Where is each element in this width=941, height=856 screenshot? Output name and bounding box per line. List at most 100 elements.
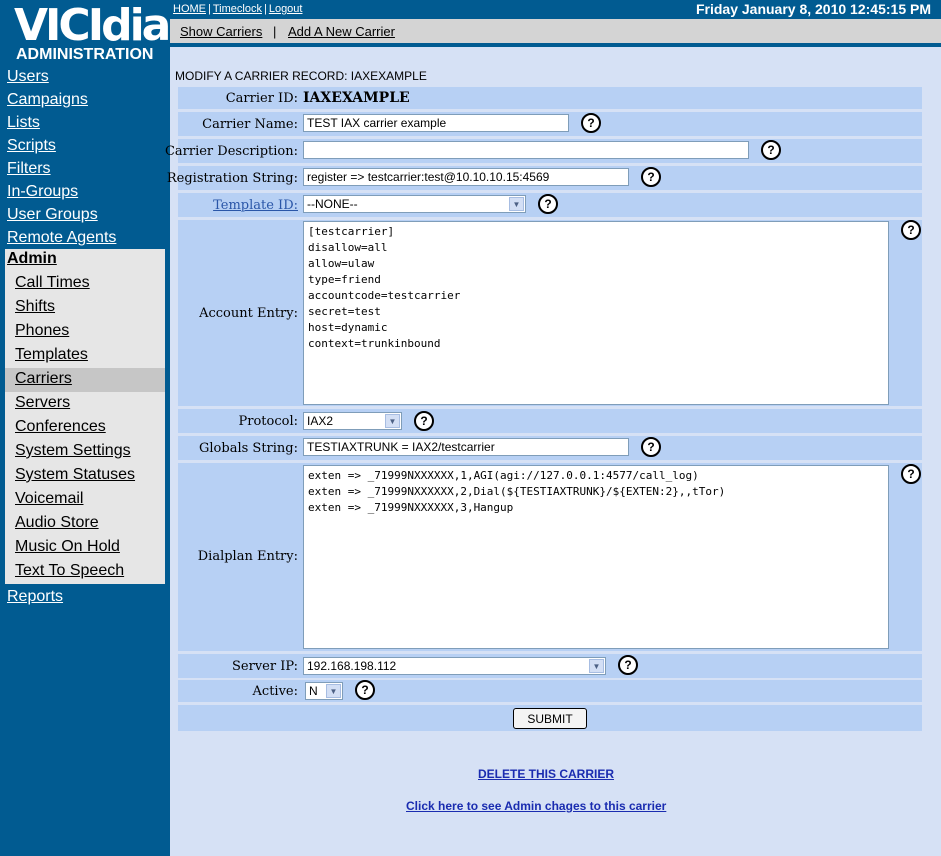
nav-label: Audio Store	[15, 514, 99, 531]
nav-label: Servers	[15, 394, 71, 411]
nav-phones[interactable]: Phones	[5, 320, 165, 344]
nav-users[interactable]: Users	[7, 67, 49, 87]
sidebar: VICIdial ADMINISTRATION Users Campaigns …	[0, 0, 183, 856]
admin-submenu: Admin Call Times Shifts Phones Templates…	[5, 249, 165, 584]
nav-user-groups[interactable]: User Groups	[7, 205, 98, 225]
help-icon[interactable]: ?	[581, 113, 601, 133]
globals-string-label: Globals String:	[199, 441, 298, 456]
nav-call-times[interactable]: Call Times	[5, 272, 165, 296]
help-icon[interactable]: ?	[901, 464, 921, 484]
help-icon[interactable]: ?	[641, 167, 661, 187]
nav-music-on-hold[interactable]: Music On Hold	[5, 536, 165, 560]
admin-changes-link[interactable]: Click here to see Admin chages to this c…	[406, 799, 666, 813]
add-carrier-link[interactable]: Add A New Carrier	[288, 24, 395, 39]
nav-label: Text To Speech	[15, 562, 125, 579]
chevron-down-icon: ▼	[509, 197, 524, 211]
server-ip-label: Server IP:	[232, 659, 298, 674]
nav-label: Call Times	[15, 274, 90, 291]
help-icon[interactable]: ?	[901, 220, 921, 240]
row-account-entry: Account Entry: [testcarrier] disallow=al…	[178, 220, 922, 406]
nav-shifts[interactable]: Shifts	[5, 296, 165, 320]
row-active: Active: N ▼ ?	[178, 680, 922, 702]
chevron-down-icon: ▼	[326, 684, 341, 698]
logo-brand: VICIdial	[14, 0, 183, 51]
dialplan-entry-textarea[interactable]: exten => _71999NXXXXXX,1,AGI(agi://127.0…	[303, 465, 889, 649]
help-icon[interactable]: ?	[355, 680, 375, 700]
nav-filters[interactable]: Filters	[7, 159, 51, 179]
row-server-ip: Server IP: 192.168.198.112 ▼ ?	[178, 654, 922, 678]
chevron-down-icon: ▼	[385, 414, 400, 428]
help-icon[interactable]: ?	[618, 655, 638, 675]
sub-nav-bar: Show Carriers | Add A New Carrier	[170, 19, 941, 47]
nav-label: Music On Hold	[15, 538, 120, 555]
template-id-select[interactable]: --NONE-- ▼	[303, 195, 526, 213]
carrier-name-label: Carrier Name:	[202, 117, 298, 132]
dialplan-entry-label: Dialplan Entry:	[197, 549, 298, 564]
top-bar: HOME | Timeclock | Logout Friday January 8, …	[170, 0, 941, 19]
row-carrier-id: Carrier ID: IAXEXAMPLE	[178, 87, 922, 109]
logo-subtitle: ADMINISTRATION	[16, 46, 154, 63]
help-icon[interactable]: ?	[761, 140, 781, 160]
carrier-id-value: IAXEXAMPLE	[303, 90, 410, 106]
row-carrier-description: Carrier Description: ?	[165, 139, 922, 163]
nav-servers[interactable]: Servers	[5, 392, 165, 416]
carrier-description-input[interactable]	[303, 141, 749, 159]
nav-system-statuses[interactable]: System Statuses	[5, 464, 165, 488]
carrier-description-label: Carrier Description:	[164, 144, 298, 159]
carrier-id-label: Carrier ID:	[225, 91, 298, 106]
logout-link[interactable]: Logout	[269, 3, 303, 15]
chevron-down-icon: ▼	[589, 659, 604, 673]
nav-conferences[interactable]: Conferences	[5, 416, 165, 440]
nav-audio-store[interactable]: Audio Store	[5, 512, 165, 536]
nav-carriers[interactable]: Carriers	[5, 368, 165, 392]
nav-label: System Settings	[15, 442, 131, 459]
row-template-id: Template ID: --NONE-- ▼ ?	[178, 193, 922, 217]
row-carrier-name: Carrier Name: ?	[178, 112, 922, 136]
server-ip-select[interactable]: 192.168.198.112 ▼	[303, 657, 606, 675]
row-dialplan-entry: Dialplan Entry: exten => _71999NXXXXXX,1…	[178, 463, 922, 651]
nav-label: Carriers	[15, 370, 72, 387]
submit-button[interactable]: SUBMIT	[513, 708, 587, 729]
protocol-select[interactable]: IAX2 ▼	[303, 412, 402, 430]
protocol-value: IAX2	[307, 414, 334, 428]
page-title: MODIFY A CARRIER RECORD: IAXEXAMPLE	[175, 69, 427, 83]
row-protocol: Protocol: IAX2 ▼ ?	[178, 409, 922, 433]
help-icon[interactable]: ?	[641, 437, 661, 457]
help-icon[interactable]: ?	[538, 194, 558, 214]
nav-remote-agents[interactable]: Remote Agents	[7, 228, 116, 248]
timeclock-link[interactable]: Timeclock	[213, 3, 262, 15]
nav-label: Shifts	[15, 298, 56, 315]
nav-in-groups[interactable]: In-Groups	[7, 182, 78, 202]
nav-templates[interactable]: Templates	[5, 344, 165, 368]
nav-text-to-speech[interactable]: Text To Speech	[5, 560, 165, 584]
carrier-name-input[interactable]	[303, 114, 569, 132]
registration-string-input[interactable]	[303, 168, 629, 186]
nav-admin[interactable]: Admin	[7, 250, 57, 268]
nav-reports[interactable]: Reports	[7, 587, 63, 607]
separator: |	[273, 24, 277, 39]
active-select[interactable]: N ▼	[305, 682, 343, 700]
home-link[interactable]: HOME	[173, 3, 206, 15]
nav-system-settings[interactable]: System Settings	[5, 440, 165, 464]
row-globals-string: Globals String: ?	[178, 436, 922, 460]
help-icon[interactable]: ?	[414, 411, 434, 431]
template-id-value: --NONE--	[307, 197, 358, 211]
show-carriers-link[interactable]: Show Carriers	[180, 24, 262, 39]
nav-label: Conferences	[15, 418, 106, 435]
template-id-link[interactable]: Template ID:	[213, 198, 298, 213]
nav-label: System Statuses	[15, 466, 136, 483]
row-registration-string: Registration String: ?	[167, 166, 922, 190]
active-label: Active:	[252, 684, 298, 699]
datetime: Friday January 8, 2010 12:45:15 PM	[695, 1, 931, 17]
registration-string-label: Registration String:	[166, 171, 298, 186]
nav-campaigns[interactable]: Campaigns	[7, 90, 88, 110]
nav-lists[interactable]: Lists	[7, 113, 40, 133]
server-ip-value: 192.168.198.112	[307, 659, 397, 673]
delete-carrier-link[interactable]: DELETE THIS CARRIER	[478, 767, 614, 781]
nav-voicemail[interactable]: Voicemail	[5, 488, 165, 512]
account-entry-textarea[interactable]: [testcarrier] disallow=all allow=ulaw ty…	[303, 221, 889, 405]
protocol-label: Protocol:	[238, 414, 298, 429]
active-value: N	[309, 684, 318, 698]
nav-scripts[interactable]: Scripts	[7, 136, 56, 156]
globals-string-input[interactable]	[303, 438, 629, 456]
